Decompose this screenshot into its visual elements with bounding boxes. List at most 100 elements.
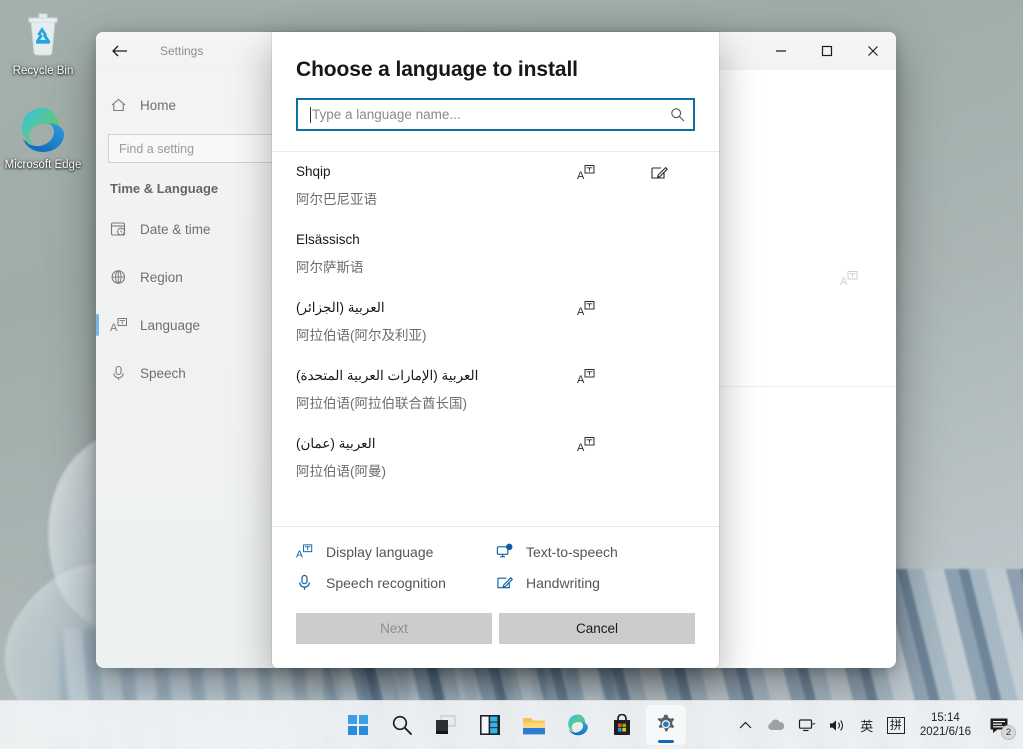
- list-item[interactable]: العربية (الجزائر) 阿拉伯语(阿尔及利亚) A: [296, 288, 695, 356]
- microphone-icon: [110, 365, 140, 381]
- desktop-icon-label: Recycle Bin: [13, 65, 74, 77]
- tray-network-button[interactable]: [793, 706, 821, 744]
- clock-icon: [110, 221, 140, 237]
- sidebar-item-label: Language: [140, 318, 200, 333]
- sidebar-item-speech[interactable]: Speech: [96, 354, 288, 392]
- tray-expand-button[interactable]: [733, 706, 759, 744]
- language-texts: العربية (الجزائر) 阿拉伯语(阿尔及利亚): [296, 298, 551, 346]
- display-language-icon: A: [551, 164, 623, 181]
- language-texts: Elsässisch 阿尔萨斯语: [296, 230, 551, 278]
- language-feature-icons: A: [551, 434, 695, 453]
- sidebar-item-home[interactable]: Home: [96, 86, 288, 124]
- display-language-icon: A: [296, 543, 314, 560]
- windows-start-icon: [347, 714, 369, 736]
- svg-text:A: A: [840, 276, 848, 287]
- taskbar-file-explorer-button[interactable]: [514, 705, 554, 745]
- taskbar-microsoft-edge-button[interactable]: [558, 705, 598, 745]
- next-button[interactable]: Next: [296, 613, 492, 644]
- file-explorer-icon: [522, 715, 546, 736]
- language-localized-name: 阿拉伯语(阿曼): [296, 462, 551, 482]
- tray-ime-mode[interactable]: 拼: [882, 706, 910, 744]
- language-localized-name: 阿尔萨斯语: [296, 258, 551, 278]
- taskbar-widgets-button[interactable]: [470, 705, 510, 745]
- window-title: Settings: [160, 44, 203, 58]
- language-feature-icons: A: [551, 366, 695, 385]
- microsoft-edge-icon: [0, 104, 86, 156]
- search-icon[interactable]: [664, 107, 685, 122]
- taskbar[interactable]: 英 拼 15:14 2021/6/16 2: [0, 700, 1023, 749]
- svg-text:A: A: [577, 170, 585, 181]
- gear-icon: [654, 713, 678, 737]
- display-language-icon: A: [551, 436, 623, 453]
- list-item[interactable]: العربية (الإمارات العربية المتحدة) 阿拉伯语(…: [296, 356, 695, 424]
- taskbar-task-view-button[interactable]: [426, 705, 466, 745]
- dialog-actions: Next Cancel: [272, 599, 719, 668]
- sidebar-item-region[interactable]: Region: [96, 258, 288, 296]
- legend-text-to-speech: Text-to-speech: [496, 543, 695, 560]
- desktop-icon-microsoft-edge[interactable]: Microsoft Edge: [0, 104, 86, 172]
- taskbar-start-button[interactable]: [338, 705, 378, 745]
- legend-label: Speech recognition: [326, 575, 446, 591]
- minimize-icon: [775, 45, 787, 57]
- sidebar-item-language[interactable]: A Language: [96, 306, 288, 344]
- language-localized-name: 阿拉伯语(阿尔及利亚): [296, 326, 551, 346]
- language-feature-icons: A: [551, 162, 695, 181]
- sidebar-item-label: Region: [140, 270, 183, 285]
- svg-text:A: A: [110, 322, 118, 333]
- maximize-button[interactable]: [804, 32, 850, 70]
- display-language-icon: A: [551, 300, 623, 317]
- chevron-up-icon: [739, 720, 752, 730]
- legend-handwriting: Handwriting: [496, 574, 695, 591]
- language-texts: العربية (الإمارات العربية المتحدة) 阿拉伯语(…: [296, 366, 551, 414]
- find-a-setting-input[interactable]: Find a setting: [108, 134, 280, 163]
- list-item[interactable]: Elsässisch 阿尔萨斯语: [296, 220, 695, 288]
- sidebar-item-date-time[interactable]: Date & time: [96, 210, 288, 248]
- tray-volume-button[interactable]: [823, 706, 852, 744]
- widgets-icon: [479, 714, 501, 736]
- tray-ime-mode-label: 拼: [887, 717, 905, 734]
- cloud-icon: [766, 718, 786, 732]
- legend-label: Display language: [326, 544, 433, 560]
- language-texts: Shqip 阿尔巴尼亚语: [296, 162, 551, 210]
- volume-icon: [828, 718, 847, 733]
- desktop-icon-recycle-bin[interactable]: Recycle Bin: [0, 10, 86, 78]
- home-icon: [110, 97, 140, 113]
- globe-icon: [110, 269, 140, 285]
- back-button[interactable]: [96, 32, 142, 70]
- microsoft-edge-icon: [566, 713, 590, 737]
- legend-speech-recognition: Speech recognition: [296, 574, 496, 591]
- taskbar-search-button[interactable]: [382, 705, 422, 745]
- choose-language-dialog[interactable]: Choose a language to install Shqip 阿: [272, 32, 719, 668]
- language-search-box[interactable]: [296, 98, 695, 131]
- search-icon: [391, 714, 413, 736]
- tray-onedrive-button[interactable]: [761, 706, 791, 744]
- sidebar-item-label: Date & time: [140, 222, 211, 237]
- svg-text:A: A: [577, 374, 585, 385]
- taskbar-microsoft-store-button[interactable]: [602, 705, 642, 745]
- dialog-search-wrap: [272, 82, 719, 151]
- svg-text:A: A: [296, 550, 303, 560]
- back-arrow-icon: [111, 44, 128, 58]
- list-item[interactable]: العربية (عمان) 阿拉伯语(阿曼) A: [296, 424, 695, 492]
- sidebar-item-label: Home: [140, 98, 176, 113]
- legend-display-language: A Display language: [296, 543, 496, 560]
- list-item[interactable]: Shqip 阿尔巴尼亚语 A: [296, 152, 695, 220]
- minimize-button[interactable]: [758, 32, 804, 70]
- close-button[interactable]: [850, 32, 896, 70]
- system-tray: 英 拼 15:14 2021/6/16 2: [733, 701, 1017, 749]
- handwriting-icon: [496, 574, 514, 591]
- language-native-name: العربية (الإمارات العربية المتحدة): [296, 366, 551, 386]
- cancel-button[interactable]: Cancel: [499, 613, 695, 644]
- language-list[interactable]: Shqip 阿尔巴尼亚语 A: [272, 151, 719, 526]
- recycle-bin-icon: [0, 10, 86, 62]
- tray-ime-language[interactable]: 英: [854, 706, 880, 744]
- desktop[interactable]: Recycle Bin Micros: [0, 0, 1023, 749]
- tray-date: 2021/6/16: [920, 725, 971, 739]
- microsoft-store-icon: [611, 714, 633, 736]
- tray-time: 15:14: [931, 711, 960, 725]
- taskbar-settings-button[interactable]: [646, 705, 686, 745]
- tray-notifications-button[interactable]: 2: [981, 706, 1017, 744]
- language-search-input[interactable]: [312, 107, 664, 122]
- tray-clock[interactable]: 15:14 2021/6/16: [912, 706, 979, 744]
- settings-sidebar[interactable]: Home Find a setting Time & Language: [96, 70, 288, 668]
